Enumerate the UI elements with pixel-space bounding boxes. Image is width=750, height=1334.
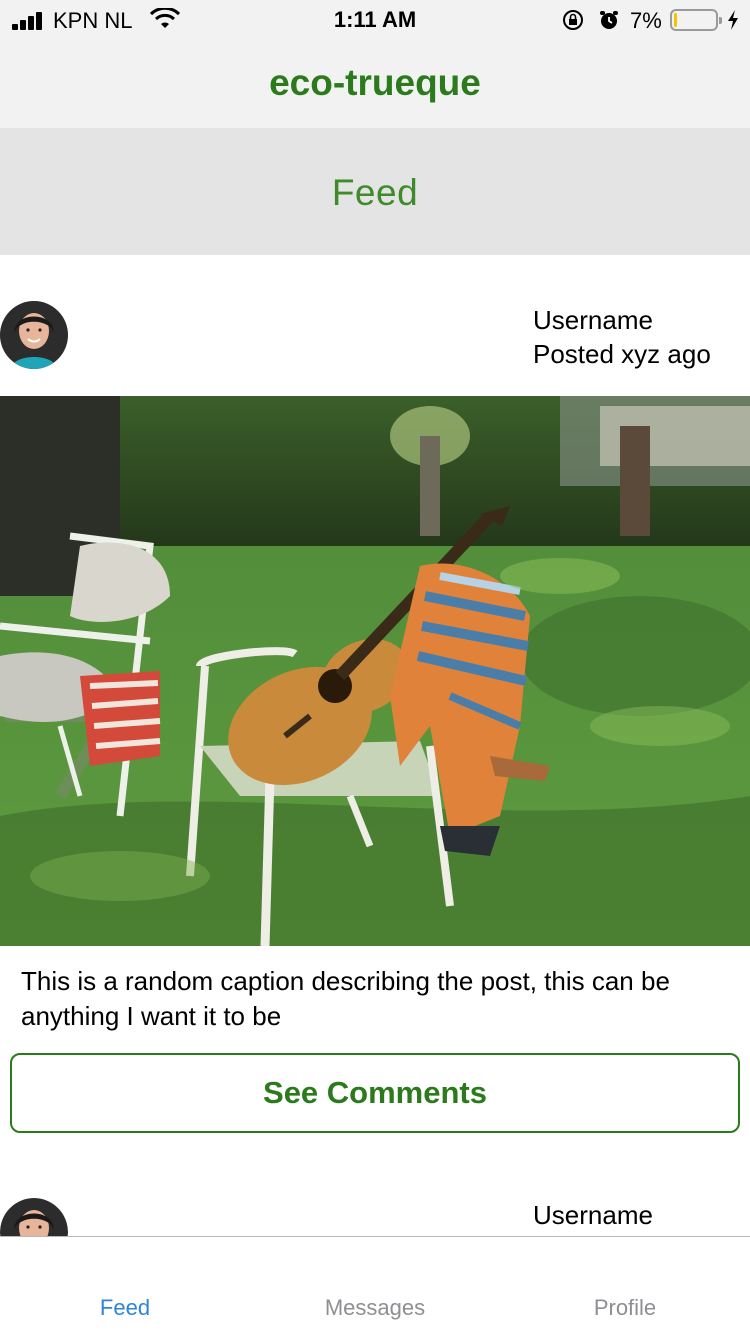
avatar[interactable] (0, 1198, 68, 1236)
post-meta: Username Posted xyz ago (533, 303, 711, 371)
app-title: eco-trueque (269, 62, 481, 103)
status-bar: KPN NL 1:11 AM 7% (0, 0, 750, 40)
post-card: Username (0, 1150, 750, 1236)
post-timestamp: Posted xyz ago (533, 339, 711, 369)
post-caption: This is a random caption describing the … (21, 966, 670, 1031)
alarm-icon (600, 11, 618, 29)
post-meta: Username (533, 1198, 653, 1232)
section-header: Feed (0, 128, 750, 255)
charging-bolt-icon (728, 10, 738, 30)
nav-bar: eco-trueque (0, 40, 750, 128)
tab-messages[interactable]: Messages (250, 1295, 500, 1321)
post-header: Username Posted xyz ago (0, 255, 750, 396)
post-image[interactable] (0, 396, 750, 946)
tab-bar: Feed Messages Profile (0, 1236, 750, 1334)
post-username[interactable]: Username (533, 1198, 653, 1232)
battery-icon (670, 9, 722, 31)
section-title: Feed (331, 172, 419, 213)
orientation-lock-icon (563, 10, 583, 30)
see-comments-button[interactable]: See Comments (10, 1053, 740, 1133)
post-username[interactable]: Username (533, 303, 711, 337)
tab-profile[interactable]: Profile (500, 1295, 750, 1321)
battery-percent: 7% (630, 8, 662, 33)
avatar[interactable] (0, 301, 68, 369)
tab-feed[interactable]: Feed (0, 1295, 250, 1321)
battery-fill (674, 13, 677, 27)
post-card: Username Posted xyz ago This is a random… (0, 255, 750, 1133)
